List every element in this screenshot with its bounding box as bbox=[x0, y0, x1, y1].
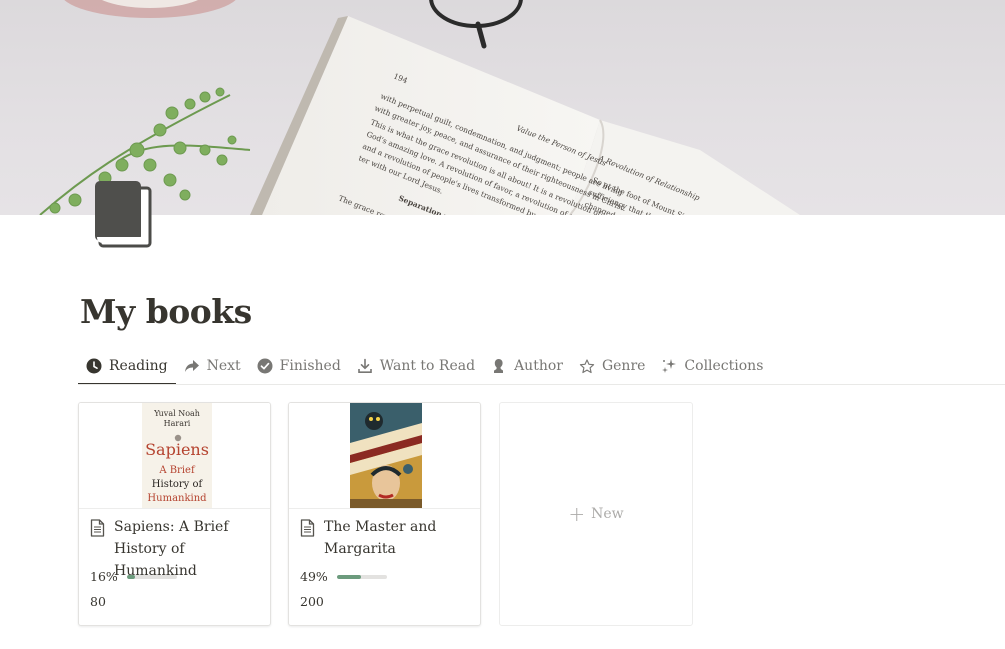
svg-text:Yuval Noah: Yuval Noah bbox=[153, 409, 200, 418]
book-cover-image: Yuval Noah Harari Sapiens A Brief Histor… bbox=[142, 403, 212, 508]
book-icon[interactable] bbox=[92, 179, 154, 249]
sparkle-icon bbox=[661, 358, 677, 374]
progress-bar bbox=[126, 574, 177, 579]
new-card-button[interactable]: + New bbox=[499, 402, 693, 626]
progress-percent: 16% bbox=[90, 569, 118, 584]
tab-label: Reading bbox=[109, 358, 168, 374]
tab-label: Author bbox=[514, 358, 563, 374]
progress-bar bbox=[336, 574, 387, 579]
svg-text:History of: History of bbox=[152, 479, 204, 490]
page-title[interactable]: My books bbox=[80, 288, 252, 336]
arrow-forward-icon bbox=[184, 358, 200, 374]
download-icon bbox=[357, 358, 373, 374]
tab-label: Finished bbox=[279, 358, 341, 374]
tab-label: Collections bbox=[684, 358, 764, 374]
svg-text:Sapiens: Sapiens bbox=[145, 440, 209, 459]
tab-next[interactable]: Next bbox=[176, 348, 249, 384]
gallery-card[interactable]: Yuval Noah Harari Sapiens A Brief Histor… bbox=[78, 402, 271, 626]
card-cover: Yuval Noah Harari Sapiens A Brief Histor… bbox=[79, 403, 270, 509]
page-icon bbox=[300, 519, 316, 537]
tab-label: Genre bbox=[601, 358, 646, 374]
tab-want-to-read[interactable]: Want to Read bbox=[349, 348, 483, 384]
star-icon bbox=[579, 358, 595, 374]
svg-text:Harari: Harari bbox=[164, 419, 191, 428]
new-card-label: New bbox=[591, 506, 624, 522]
card-cover bbox=[289, 403, 480, 509]
card-title: The Master and Margarita bbox=[300, 516, 475, 560]
svg-text:A Brief: A Brief bbox=[158, 465, 196, 476]
tab-label: Next bbox=[206, 358, 241, 374]
clock-icon bbox=[86, 358, 102, 374]
tab-collections[interactable]: Collections bbox=[653, 348, 771, 384]
check-circle-icon bbox=[257, 358, 273, 374]
card-title-text: The Master and Margarita bbox=[324, 519, 437, 557]
tab-genre[interactable]: Genre bbox=[571, 348, 653, 384]
tab-finished[interactable]: Finished bbox=[249, 348, 349, 384]
progress-percent: 49% bbox=[300, 569, 328, 584]
tab-label: Want to Read bbox=[379, 358, 476, 374]
progress-property: 16% bbox=[90, 569, 177, 584]
view-tabs: Reading Next Finished Want to Read Autho… bbox=[78, 348, 771, 385]
tabs-divider bbox=[78, 384, 1005, 385]
tab-reading[interactable]: Reading bbox=[78, 348, 176, 385]
page-icon bbox=[90, 519, 106, 537]
progress-property: 49% bbox=[300, 569, 387, 584]
book-cover-image bbox=[350, 403, 422, 508]
person-icon bbox=[491, 358, 507, 374]
gallery-card[interactable]: The Master and Margarita 49% 200 bbox=[288, 402, 481, 626]
progress-bar-fill bbox=[126, 574, 135, 579]
pages-property: 200 bbox=[300, 594, 324, 609]
plus-icon: + bbox=[568, 502, 586, 526]
svg-text:Humankind: Humankind bbox=[147, 493, 207, 504]
tab-author[interactable]: Author bbox=[483, 348, 571, 384]
pages-property: 80 bbox=[90, 594, 106, 609]
progress-bar-fill bbox=[336, 574, 362, 579]
